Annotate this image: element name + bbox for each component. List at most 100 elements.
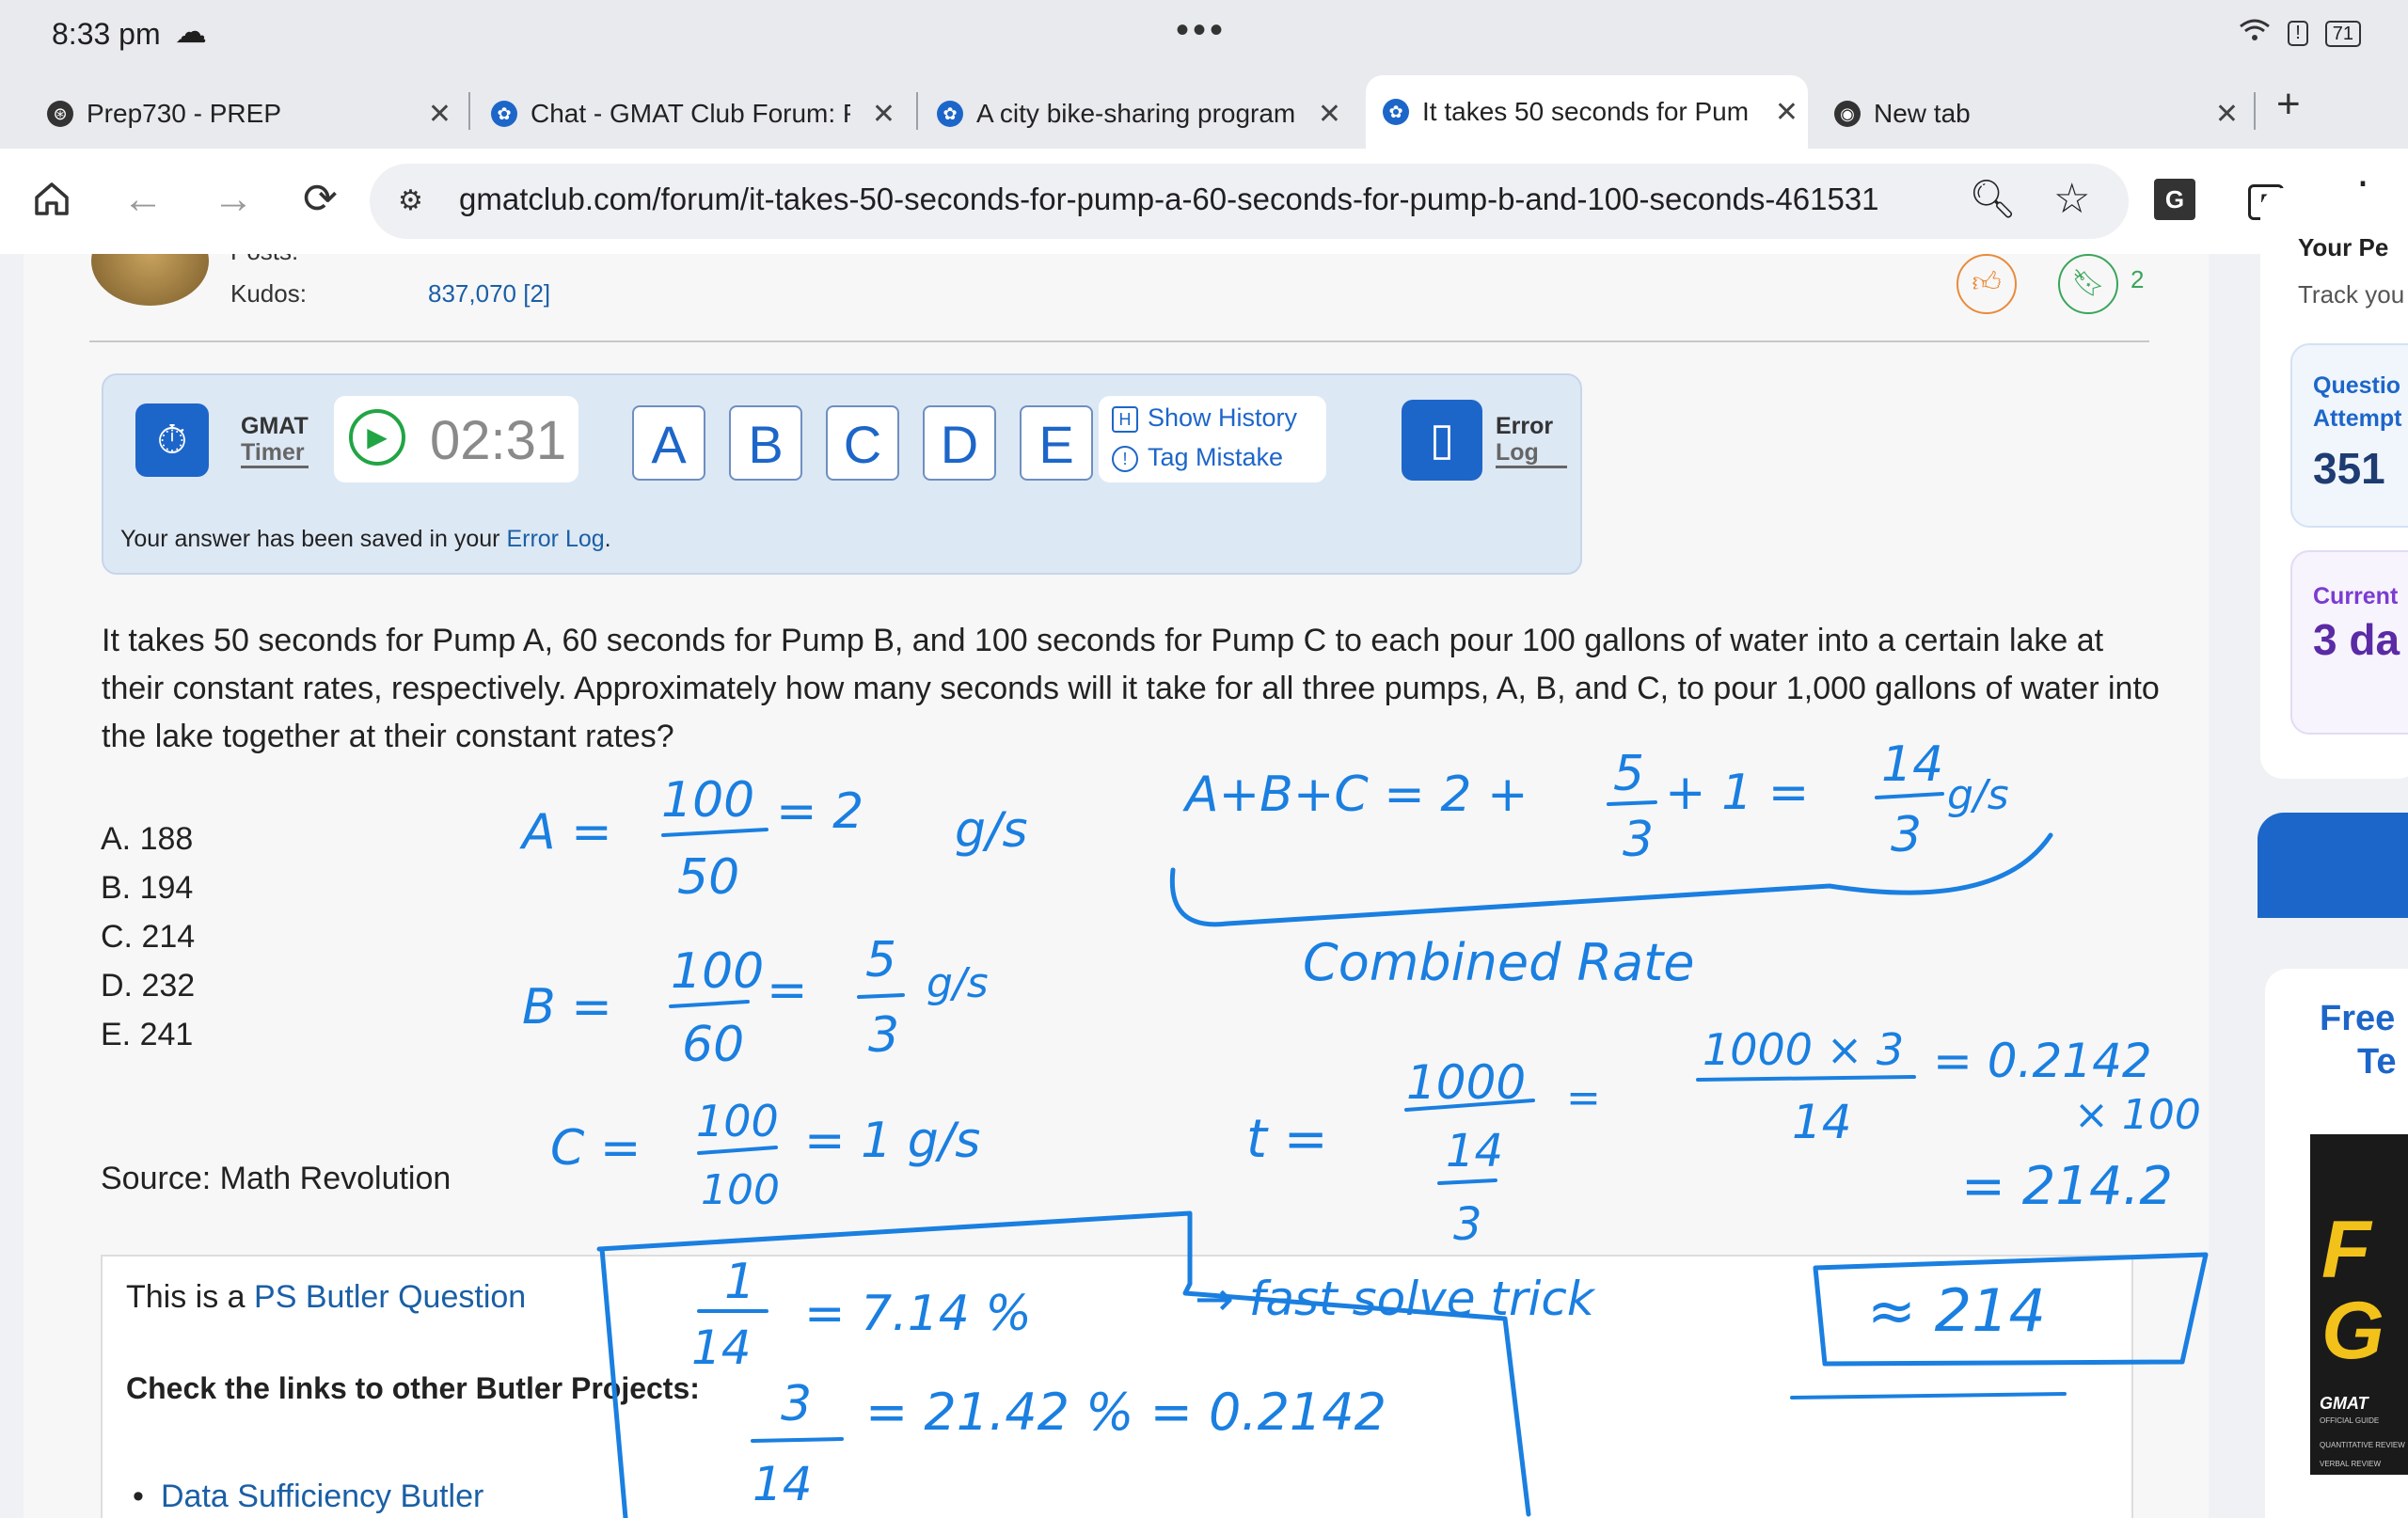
tab-separator	[2254, 92, 2256, 130]
ink-approx-res: = 214.2	[1961, 1156, 2173, 1217]
wifi-icon	[2239, 17, 2271, 50]
reload-icon[interactable]: ⟳	[303, 179, 338, 220]
free-test-card[interactable]: Free Te FG GMAT OFFICIAL GUIDE QUANTITAT…	[2265, 969, 2408, 1518]
choice-d: D. 232	[101, 968, 196, 1004]
home-icon[interactable]	[32, 179, 71, 226]
kudos-value[interactable]: 837,070 [2]	[428, 279, 550, 308]
ink-b-unit: g/s	[927, 959, 989, 1007]
timer-value: 02:31	[430, 410, 567, 471]
ink-t-eq: t =	[1246, 1109, 1328, 1170]
history-icon: H	[1112, 405, 1138, 433]
sidebar-banner[interactable]	[2258, 813, 2408, 918]
forward-icon[interactable]: →	[213, 179, 254, 220]
current-streak-card[interactable]: Current 3 da	[2290, 550, 2408, 735]
translate-icon[interactable]: G	[2154, 179, 2195, 220]
error-log-link[interactable]: Error Log	[506, 526, 604, 552]
ink-c-num: 100	[696, 1096, 779, 1146]
show-history-button[interactable]: H Show History	[1112, 403, 1297, 433]
ink-brace	[1169, 832, 2053, 927]
tab-prep730[interactable]: ⊛ Prep730 - PREP ✕	[47, 83, 461, 145]
clock: 8:33 pm	[52, 17, 161, 51]
current-streak-value: 3 da	[2313, 615, 2400, 664]
ds-butler-link[interactable]: Data Sufficiency Butler	[161, 1478, 483, 1514]
tab-gmat-chat[interactable]: ✿ Chat - GMAT Club Forum: P ✕	[491, 83, 905, 145]
gmatclub-icon: ✿	[491, 101, 517, 127]
ink-stroke	[1875, 792, 1944, 799]
performance-card: Your Pe Track you Questio Attempt 351 Cur…	[2260, 188, 2408, 779]
butler-heading: Check the links to other Butler Projects…	[126, 1371, 700, 1405]
ink-times-100: × 100	[2074, 1091, 2201, 1139]
divider	[89, 340, 2149, 342]
gmat-timer-toggle[interactable]: GMAT Timer	[241, 413, 309, 468]
more-dots-icon[interactable]: •••	[1176, 9, 1227, 52]
close-icon[interactable]: ✕	[1775, 96, 1798, 129]
bookmark-icon[interactable]: 🔖︎	[2058, 254, 2118, 314]
ink-sum-unit: g/s	[1947, 771, 2009, 819]
tab-title: Prep730 - PREP	[87, 99, 281, 128]
ink-b-res-den: 3	[868, 1007, 899, 1064]
ink-a-den: 50	[677, 849, 739, 906]
chrome-icon: ◉	[1834, 101, 1861, 127]
bookmark-count: 2	[2131, 265, 2145, 293]
answer-e-button[interactable]: E	[1020, 405, 1093, 481]
alert-icon: !	[1112, 445, 1138, 472]
ink-c-den: 100	[701, 1166, 780, 1214]
ink-eq-sign: =	[1566, 1074, 1601, 1122]
official-guide-book-image[interactable]: FG GMAT OFFICIAL GUIDE QUANTITATIVE REVI…	[2310, 1134, 2408, 1475]
ink-t-num: 1000	[1406, 1055, 1526, 1110]
ps-butler-link[interactable]: PS Butler Question	[254, 1279, 526, 1315]
avatar[interactable]	[91, 254, 209, 306]
questions-attempted-card[interactable]: Questio Attempt 351	[2290, 343, 2408, 528]
choice-c: C. 214	[101, 919, 196, 955]
close-icon[interactable]: ✕	[872, 98, 895, 131]
openai-icon: ⊛	[47, 101, 73, 127]
play-icon[interactable]: ▶	[349, 409, 405, 466]
error-log-button[interactable]: Error Log	[1496, 413, 1567, 468]
site-settings-icon[interactable]: ⚙	[398, 184, 423, 217]
ink-t-den: 3	[1453, 1198, 1482, 1251]
ink-b-num: 100	[671, 943, 764, 1000]
tag-mistake-button[interactable]: ! Tag Mistake	[1112, 443, 1283, 472]
close-icon[interactable]: ✕	[428, 98, 452, 131]
ink-a-num: 100	[661, 772, 754, 829]
performance-title: Your Pe	[2298, 233, 2389, 261]
tab-separator	[916, 92, 918, 130]
ink-stroke	[1437, 1178, 1497, 1185]
ink-stroke	[1404, 1099, 1535, 1112]
answer-a-button[interactable]: A	[632, 405, 705, 481]
butler-box: This is a PS Butler Question Check the l…	[101, 1255, 2133, 1518]
answer-choices: A. 188 B. 194 C. 214 D. 232 E. 241	[101, 814, 195, 1059]
choice-e: E. 241	[101, 1017, 194, 1052]
answer-b-button[interactable]: B	[729, 405, 802, 481]
close-icon[interactable]: ✕	[1318, 98, 1341, 131]
cloud-icon: ☁	[175, 14, 207, 50]
address-bar[interactable]: ⚙ gmatclub.com/forum/it-takes-50-seconds…	[370, 164, 2129, 239]
tab-new[interactable]: ◉ New tab ✕	[1834, 83, 2248, 145]
new-tab-button[interactable]: +	[2276, 81, 2301, 128]
tab-current-question[interactable]: ✿ It takes 50 seconds for Pum ✕	[1366, 75, 1808, 149]
ds-butler-item: Data Sufficiency Butler	[133, 1478, 483, 1515]
ink-a-eq: A =	[519, 804, 612, 861]
gmat-timer-panel: ⏱ GMAT Timer ▶ 02:31 A B C D E H Show His…	[102, 373, 1582, 575]
tab-strip: ⊛ Prep730 - PREP ✕ ✿ Chat - GMAT Club Fo…	[0, 73, 2408, 149]
alert-icon: !	[2288, 21, 2308, 46]
close-icon[interactable]: ✕	[2215, 98, 2239, 131]
bookmark-star-icon[interactable]: ☆	[2053, 175, 2090, 223]
stopwatch-icon[interactable]: ⏱	[135, 403, 209, 477]
back-icon[interactable]: ←	[122, 179, 164, 220]
url-text[interactable]: gmatclub.com/forum/it-takes-50-seconds-f…	[459, 182, 1879, 217]
answer-d-button[interactable]: D	[923, 405, 996, 481]
ink-a-unit: g/s	[955, 802, 1028, 859]
gmatclub-icon: ✿	[937, 101, 963, 127]
error-log-icon[interactable]: ▯	[1402, 400, 1482, 481]
tab-title: A city bike-sharing program	[976, 99, 1296, 128]
system-status-bar: 8:33 pm ☁ ••• ! 71	[0, 0, 2408, 73]
ink-b-eq: B =	[522, 979, 612, 1036]
answer-c-button[interactable]: C	[826, 405, 899, 481]
ink-calc-res: = 0.2142	[1933, 1034, 2152, 1088]
ink-stroke	[661, 828, 768, 837]
zoom-icon[interactable]: 🔍︎	[1969, 177, 2017, 221]
kudos-thumb-icon[interactable]: 👍︎	[1956, 254, 2017, 314]
tab-title: It takes 50 seconds for Pum	[1422, 97, 1748, 126]
tab-bike-sharing[interactable]: ✿ A city bike-sharing program ✕	[937, 83, 1351, 145]
